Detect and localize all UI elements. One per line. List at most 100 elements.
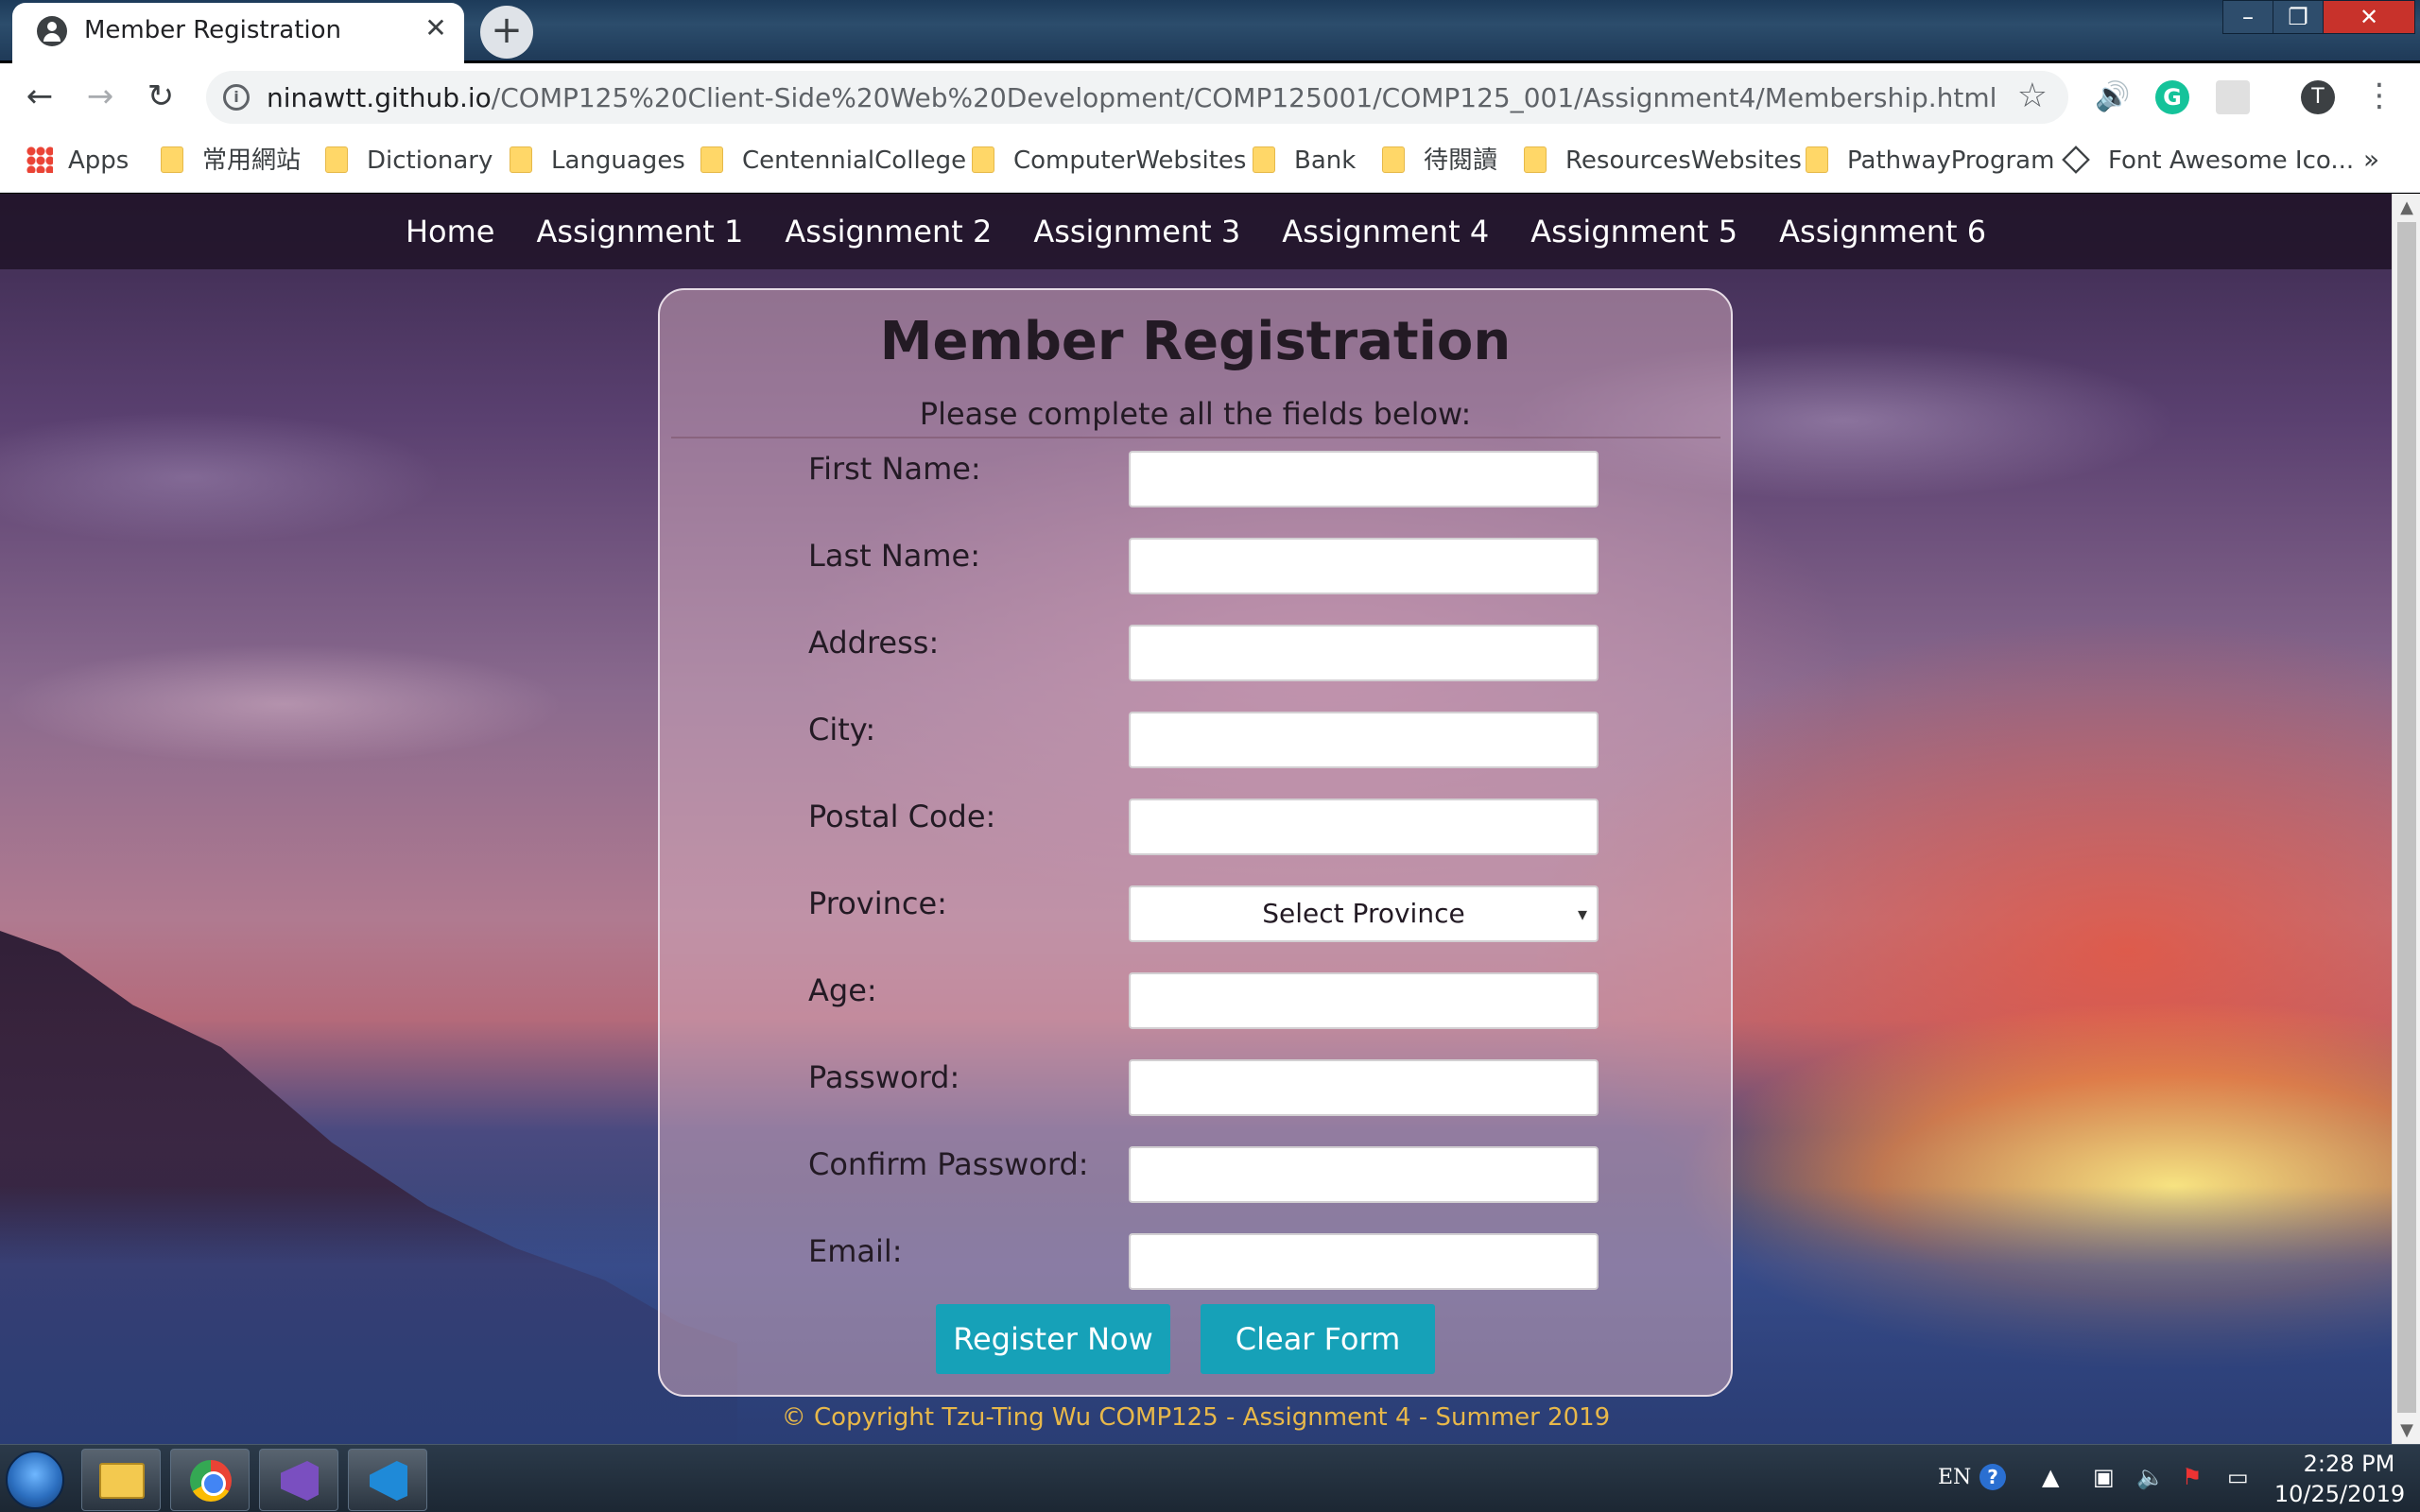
nav-link-assignment-3[interactable]: Assignment 3 bbox=[1033, 194, 1240, 269]
bookmark-folder-centennial[interactable]: CentennialCollege bbox=[700, 144, 966, 178]
field-row-address: Address: bbox=[660, 625, 1731, 683]
display-icon[interactable]: ▭ bbox=[2227, 1464, 2249, 1490]
read-aloud-extension-icon[interactable]: 🔊 bbox=[2095, 80, 2130, 114]
font-awesome-icon bbox=[2062, 146, 2090, 174]
volume-icon[interactable]: 🔈 bbox=[2136, 1464, 2165, 1490]
new-tab-button[interactable]: + bbox=[480, 6, 533, 59]
bookmark-font-awesome[interactable]: Font Awesome Ico... bbox=[2062, 144, 2355, 178]
first-name-label: First Name: bbox=[808, 451, 981, 487]
last-name-input[interactable] bbox=[1129, 538, 1599, 594]
clock-time[interactable]: 2:28 PM bbox=[2288, 1451, 2411, 1477]
address-input[interactable] bbox=[1129, 625, 1599, 681]
url-text[interactable]: ninawtt.github.io/COMP125%20Client-Side%… bbox=[267, 82, 1996, 113]
bookmark-label: Dictionary bbox=[367, 146, 493, 175]
input-language-indicator[interactable]: EN bbox=[1938, 1466, 1971, 1489]
back-arrow-icon[interactable]: ← bbox=[19, 77, 60, 118]
address-bar[interactable]: i ninawtt.github.io/COMP125%20Client-Sid… bbox=[206, 71, 2068, 124]
bookmark-folder-common[interactable]: 常用網站 bbox=[161, 144, 301, 178]
bookmarks-bar: Apps 常用網站 Dictionary Languages Centennia… bbox=[0, 130, 2420, 193]
folder-icon bbox=[1806, 146, 1828, 173]
bookmark-label: CentennialCollege bbox=[742, 146, 967, 175]
reload-icon[interactable]: ↻ bbox=[140, 77, 182, 118]
help-icon[interactable]: ? bbox=[1979, 1464, 2006, 1490]
taskbar-visual-studio[interactable] bbox=[259, 1449, 338, 1511]
nav-link-assignment-1[interactable]: Assignment 1 bbox=[536, 194, 743, 269]
postal-code-input[interactable] bbox=[1129, 799, 1599, 855]
clock-date[interactable]: 10/25/2019 bbox=[2269, 1481, 2411, 1507]
nav-link-assignment-5[interactable]: Assignment 5 bbox=[1530, 194, 1737, 269]
age-label: Age: bbox=[808, 972, 877, 1008]
bookmark-label: 待閱讀 bbox=[1424, 146, 1498, 175]
bookmark-label: PathwayProgram bbox=[1847, 146, 2055, 175]
bookmark-folder-resources[interactable]: ResourcesWebsites bbox=[1524, 144, 1802, 178]
nav-link-home[interactable]: Home bbox=[406, 194, 495, 269]
visual-studio-icon bbox=[281, 1461, 319, 1501]
scroll-down-icon[interactable]: ▼ bbox=[2393, 1420, 2420, 1440]
bookmark-star-icon[interactable]: ☆ bbox=[2017, 77, 2048, 115]
registration-form: Member Registration Please complete all … bbox=[658, 288, 1733, 1397]
window-minimize-button[interactable]: – bbox=[2222, 0, 2273, 34]
city-input[interactable] bbox=[1129, 712, 1599, 768]
bookmark-folder-bank[interactable]: Bank bbox=[1253, 144, 1356, 178]
chrome-icon bbox=[190, 1460, 232, 1502]
windows-taskbar: EN ? ▲ ▣ 🔈 ⚑ ▭ 2:28 PM 10/25/2019 bbox=[0, 1444, 2420, 1512]
bookmarks-overflow-icon[interactable]: » bbox=[2363, 144, 2379, 175]
window-close-button[interactable]: ✕ bbox=[2323, 0, 2415, 34]
bookmark-folder-pathway[interactable]: PathwayProgram bbox=[1806, 144, 2054, 178]
email-input[interactable] bbox=[1129, 1233, 1599, 1290]
browser-tab-strip: Member Registration ✕ + – ❐ ✕ bbox=[0, 0, 2420, 63]
field-row-email: Email: bbox=[660, 1233, 1731, 1292]
confirm-password-input[interactable] bbox=[1129, 1146, 1599, 1203]
field-row-province: Province: Select Province ▾ bbox=[660, 885, 1731, 944]
nav-link-assignment-4[interactable]: Assignment 4 bbox=[1282, 194, 1489, 269]
bookmark-label: Font Awesome Ico... bbox=[2108, 146, 2355, 175]
chevron-down-icon: ▾ bbox=[1577, 902, 1587, 925]
vscode-icon bbox=[370, 1461, 407, 1501]
extension-icon[interactable] bbox=[2216, 80, 2250, 114]
nav-link-assignment-6[interactable]: Assignment 6 bbox=[1779, 194, 1986, 269]
footer-copyright: © Copyright Tzu-Ting Wu COMP125 - Assign… bbox=[781, 1403, 1611, 1432]
province-select[interactable]: Select Province ▾ bbox=[1129, 885, 1599, 942]
age-input[interactable] bbox=[1129, 972, 1599, 1029]
window-maximize-button[interactable]: ❐ bbox=[2273, 0, 2324, 34]
url-host: ninawtt.github.io bbox=[267, 82, 492, 113]
bookmark-label: 常用網站 bbox=[202, 146, 302, 175]
first-name-input[interactable] bbox=[1129, 451, 1599, 507]
network-icon[interactable]: ▣ bbox=[2093, 1464, 2115, 1490]
forward-arrow-icon[interactable]: → bbox=[79, 77, 121, 118]
field-row-postal-code: Postal Code: bbox=[660, 799, 1731, 857]
bookmark-folder-toread[interactable]: 待閱讀 bbox=[1382, 144, 1497, 178]
scroll-up-icon[interactable]: ▲ bbox=[2393, 198, 2420, 217]
folder-icon bbox=[161, 146, 183, 173]
action-center-flag-icon[interactable]: ⚑ bbox=[2182, 1464, 2203, 1490]
password-input[interactable] bbox=[1129, 1059, 1599, 1116]
taskbar-vscode[interactable] bbox=[348, 1449, 427, 1511]
folder-icon bbox=[700, 146, 723, 173]
bookmark-folder-languages[interactable]: Languages bbox=[510, 144, 685, 178]
confirm-password-label: Confirm Password: bbox=[808, 1146, 1089, 1182]
taskbar-chrome[interactable] bbox=[170, 1449, 250, 1511]
scrollbar-thumb[interactable] bbox=[2397, 222, 2416, 1413]
site-info-icon[interactable]: i bbox=[223, 84, 250, 111]
grammarly-extension-icon[interactable]: G bbox=[2155, 80, 2189, 114]
browser-menu-icon[interactable]: ⋮ bbox=[2363, 77, 2395, 114]
clear-form-button[interactable]: Clear Form bbox=[1201, 1304, 1435, 1374]
nav-link-assignment-2[interactable]: Assignment 2 bbox=[785, 194, 992, 269]
page-viewport: Home Assignment 1 Assignment 2 Assignment 3… bbox=[0, 194, 2392, 1444]
bookmark-apps[interactable]: Apps bbox=[26, 144, 129, 178]
bookmark-label: Languages bbox=[551, 146, 685, 175]
page-scrollbar[interactable]: ▲ ▼ bbox=[2392, 194, 2420, 1444]
taskbar-file-explorer[interactable] bbox=[81, 1449, 161, 1511]
province-label: Province: bbox=[808, 885, 947, 921]
tab-close-icon[interactable]: ✕ bbox=[419, 12, 453, 43]
bookmark-label: Apps bbox=[68, 146, 130, 175]
folder-icon bbox=[972, 146, 994, 173]
profile-avatar[interactable]: T bbox=[2301, 80, 2335, 114]
bookmark-folder-dictionary[interactable]: Dictionary bbox=[325, 144, 493, 178]
register-now-button[interactable]: Register Now bbox=[936, 1304, 1170, 1374]
start-button[interactable] bbox=[6, 1451, 64, 1509]
show-hidden-icons-icon[interactable]: ▲ bbox=[2042, 1464, 2059, 1490]
browser-tab-active[interactable]: Member Registration ✕ bbox=[12, 3, 464, 63]
bookmark-folder-computer[interactable]: ComputerWebsites bbox=[972, 144, 1246, 178]
folder-icon bbox=[510, 146, 532, 173]
